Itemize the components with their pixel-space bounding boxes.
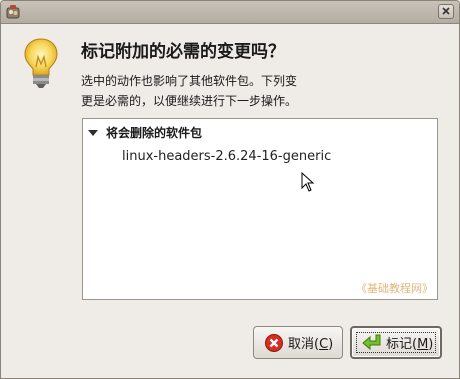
close-icon xyxy=(442,7,450,15)
tree-item-package[interactable]: linux-headers-2.6.24-16-generic xyxy=(122,149,331,164)
expander-down-icon[interactable] xyxy=(86,127,100,137)
dialog-window: 标记附加的必需的变更吗？ 选中的动作也影响了其他软件包。下列变 更是必需的，以便… xyxy=(0,0,460,379)
close-button[interactable] xyxy=(438,4,454,19)
watermark: 《基础教程网》 xyxy=(356,282,433,295)
dialog-heading: 标记附加的必需的变更吗？ xyxy=(81,42,285,62)
dialog-description: 选中的动作也影响了其他软件包。下列变 更是必需的，以便继续进行下一步操作。 xyxy=(81,71,381,111)
changes-tree[interactable]: 将会删除的软件包 linux-headers-2.6.24-16-generic… xyxy=(82,118,438,300)
tree-group-remove[interactable]: 将会删除的软件包 xyxy=(86,123,202,141)
cancel-icon xyxy=(264,333,286,353)
cancel-label: 取消(C) xyxy=(288,337,334,352)
cancel-button[interactable]: 取消(C) xyxy=(253,326,343,359)
light-bulb-icon xyxy=(23,37,59,89)
app-icon xyxy=(5,4,21,20)
mouse-cursor-icon xyxy=(301,171,315,192)
tree-group-label: 将会删除的软件包 xyxy=(106,125,203,140)
description-line-2: 更是必需的，以便继续进行下一步操作。 xyxy=(81,94,298,108)
title-bar[interactable] xyxy=(1,1,459,24)
mark-button[interactable]: 标记(M) xyxy=(350,326,442,359)
description-line-1: 选中的动作也影响了其他软件包。下列变 xyxy=(81,74,298,88)
